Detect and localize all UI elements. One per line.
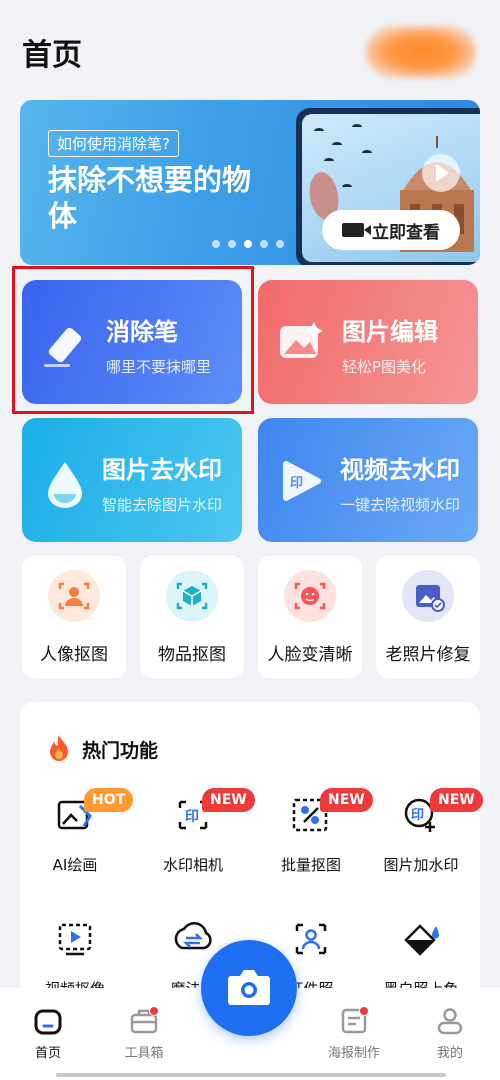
colorize-icon [404,924,439,956]
object-cutout-icon [166,570,218,622]
id-photo-icon [295,923,327,955]
small-card-label: 老照片修复 [385,645,471,665]
banner-pager [212,240,284,248]
small-card-label: 人像抠图 [40,645,108,665]
tab-label: 首页 [34,1046,61,1061]
image-watermark-remove-icon [48,462,82,508]
portrait-cutout-card[interactable]: 人像抠图 [22,556,126,678]
play-icon[interactable] [422,154,460,192]
flame-icon [50,735,68,761]
tab-label: 工具箱 [124,1046,164,1061]
svg-text:印: 印 [411,808,424,823]
watermark-camera-item[interactable]: 印 NEW 水印相机 [138,788,255,880]
user-avatar[interactable] [366,26,476,78]
portrait-cutout-icon [48,570,100,622]
batch-cutout-item[interactable]: NEW 批量抠图 [256,788,373,880]
notification-dot [149,1006,159,1016]
small-card-label: 物品抠图 [158,645,226,665]
magic-swap-icon [174,922,212,950]
watch-now-button[interactable]: 立即查看 [322,210,460,250]
card-title: 视频去水印 [340,456,460,484]
image-edit-card[interactable]: 图片编辑 轻松P图美化 [258,280,478,404]
camera-icon [228,970,270,1005]
tab-profile[interactable]: 我的 [410,1006,490,1061]
image-watermark-remove-card[interactable]: 图片去水印 智能去除图片水印 [22,418,242,542]
home-indicator [56,1073,446,1077]
ai-draw-item[interactable]: HOT AI绘画 [20,788,134,880]
svg-text:印: 印 [290,476,303,491]
watch-now-label: 立即查看 [372,222,440,243]
tab-toolbox[interactable]: 工具箱 [104,1006,184,1061]
photo-restore-card[interactable]: 老照片修复 [376,556,480,678]
svg-text:印: 印 [185,808,199,825]
feature-label: 图片加水印 [383,856,459,874]
hot-section-title: 热门功能 [82,740,159,762]
banner-question: 如何使用消除笔? [48,130,179,157]
object-cutout-card[interactable]: 物品抠图 [140,556,244,678]
card-title: 图片编辑 [342,318,438,346]
video-watermark-remove-card[interactable]: 印 视频去水印 一键去除视频水印 [258,418,478,542]
video-cutout-icon [58,923,92,956]
hot-badge: HOT [84,788,134,812]
face-enhance-card[interactable]: 人脸变清晰 [258,556,362,678]
page-title: 首页 [22,38,82,73]
image-edit-icon [280,322,323,358]
selection-highlight-frame [12,266,254,414]
camera-button[interactable] [201,940,297,1036]
tab-label: 海报制作 [327,1046,380,1061]
promo-banner[interactable]: 如何使用消除笔? 抹除不想要的物体 立即查看 [20,100,480,265]
feature-label: 水印相机 [162,856,223,874]
tab-home[interactable]: 首页 [8,1006,88,1061]
add-watermark-item[interactable]: 印 NEW 图片加水印 [366,788,483,880]
poster-icon [339,1006,369,1036]
card-subtitle: 智能去除图片水印 [102,496,223,514]
toolbox-icon [129,1006,159,1036]
tab-label: 我的 [436,1046,463,1061]
small-card-label: 人脸变清晰 [267,645,353,665]
tab-poster[interactable]: 海报制作 [314,1006,394,1061]
new-badge: NEW [320,788,373,812]
photo-restore-icon [402,570,454,622]
card-subtitle: 轻松P图美化 [342,358,427,376]
notification-dot [359,1006,369,1016]
new-badge: NEW [202,788,255,812]
face-enhance-icon [284,570,336,622]
video-camera-icon [342,223,371,237]
video-watermark-remove-icon: 印 [283,461,321,501]
banner-title: 抹除不想要的物体 [48,163,252,233]
card-subtitle: 一键去除视频水印 [340,496,461,514]
feature-label: 批量抠图 [280,856,341,874]
new-badge: NEW [430,788,483,812]
card-title: 图片去水印 [102,456,222,484]
profile-icon [435,1006,465,1036]
feature-label: AI绘画 [52,856,98,874]
home-icon [33,1006,63,1036]
